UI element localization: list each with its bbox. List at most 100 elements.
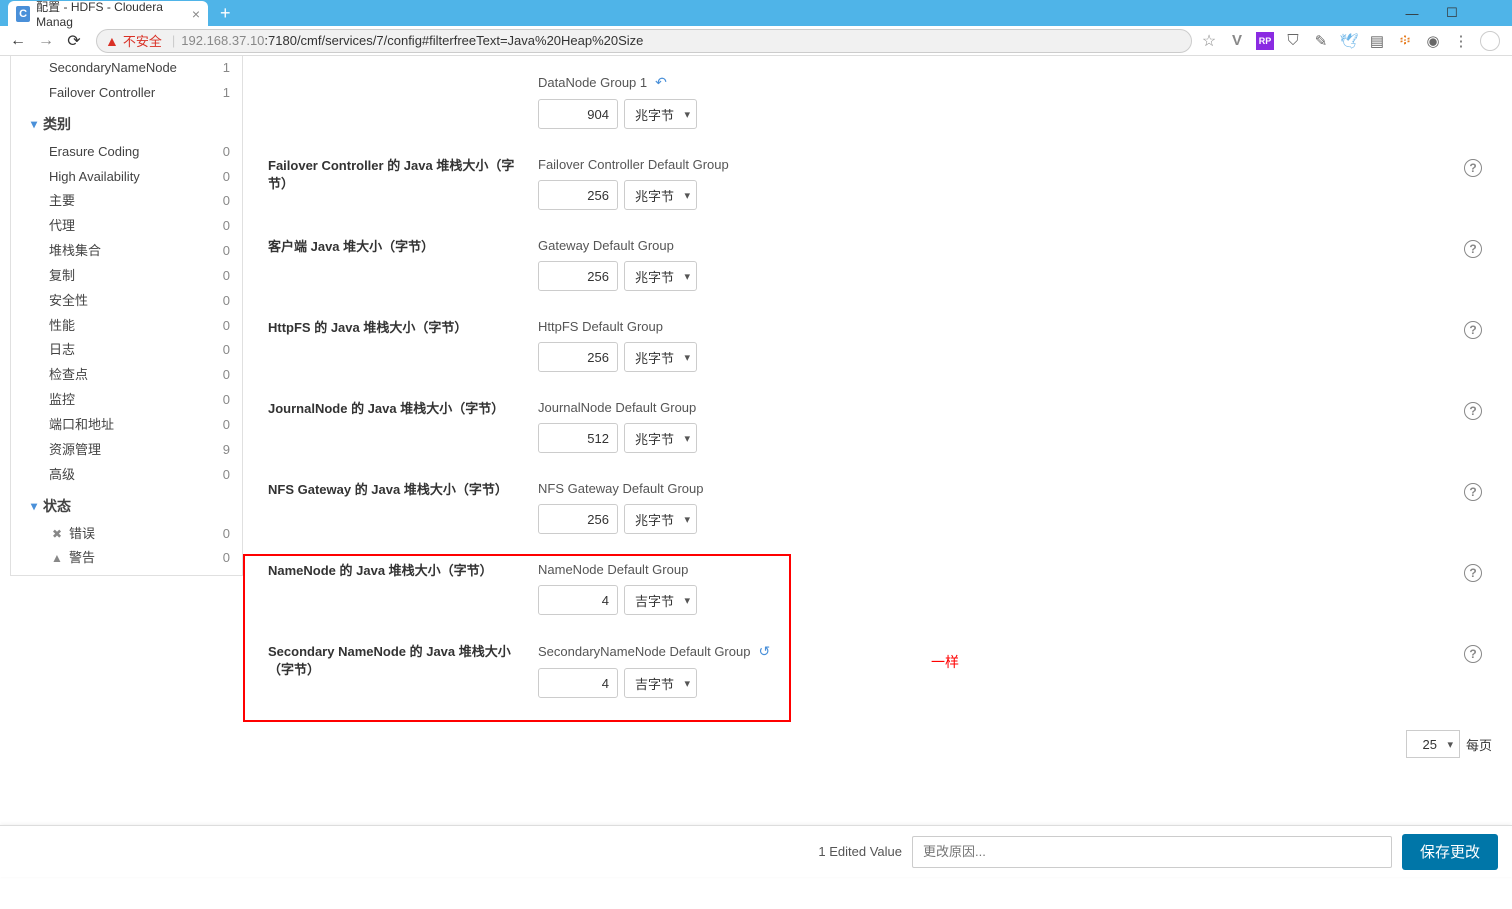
sidebar-section-header[interactable]: ▾ 状态 (11, 488, 242, 522)
filter-label: 性能 (49, 317, 75, 336)
sidebar-filter-item[interactable]: 性能 0 (11, 314, 242, 339)
sidebar-filter-item[interactable]: 检查点 0 (11, 363, 242, 388)
heap-size-input[interactable] (538, 180, 618, 210)
unit-select[interactable]: 吉字节 (624, 668, 697, 698)
extension-rp-icon[interactable]: RP (1256, 32, 1274, 50)
help-icon[interactable]: ? (1464, 240, 1482, 258)
help-icon[interactable]: ? (1464, 402, 1482, 420)
unit-select[interactable]: 兆字节 (624, 180, 697, 210)
sidebar-filter-item[interactable]: 已编辑 1 (11, 571, 242, 576)
config-group-name: HttpFS Default Group (538, 319, 1502, 334)
window-controls: — ☐ (1392, 0, 1512, 26)
extension-clipboard-icon[interactable]: ▤ (1368, 32, 1386, 50)
close-icon[interactable]: × (192, 6, 200, 22)
help-icon[interactable]: ? (1464, 159, 1482, 177)
save-changes-button[interactable]: 保存更改 (1402, 834, 1498, 870)
error-icon: ✖ (49, 526, 65, 543)
filter-count: 0 (223, 525, 234, 544)
page-size-select[interactable]: 25 (1406, 730, 1460, 758)
sidebar-filter-item[interactable]: 日志 0 (11, 338, 242, 363)
maximize-button[interactable]: ☐ (1432, 0, 1472, 26)
extension-eye-icon[interactable]: ◉ (1424, 32, 1442, 50)
config-row: NFS Gateway 的 Java 堆栈大小（字节） NFS Gateway … (253, 481, 1502, 534)
config-row: HttpFS 的 Java 堆栈大小（字节） HttpFS Default Gr… (253, 319, 1502, 372)
config-label: HttpFS 的 Java 堆栈大小（字节） (253, 319, 538, 372)
revert-icon[interactable]: ↶ (655, 74, 667, 91)
config-group-name: DataNode Group 1↶ (538, 74, 1502, 91)
browser-tab[interactable]: C 配置 - HDFS - Cloudera Manag × (8, 1, 208, 26)
new-tab-button[interactable]: + (220, 3, 231, 24)
unit-select[interactable]: 吉字节 (624, 585, 697, 615)
history-icon[interactable]: ↺ (758, 643, 770, 660)
minimize-button[interactable]: — (1392, 0, 1432, 26)
filter-count: 1 (223, 574, 234, 576)
sidebar-filter-item[interactable]: ✖错误 0 (11, 522, 242, 547)
extension-edit-icon[interactable]: ✎ (1312, 32, 1330, 50)
heap-size-input[interactable] (538, 668, 618, 698)
filter-label: 监控 (49, 391, 75, 410)
config-label: Failover Controller 的 Java 堆栈大小（字节） (253, 157, 538, 210)
sidebar-filter-item[interactable]: 主要 0 (11, 189, 242, 214)
back-button[interactable]: ← (4, 27, 32, 55)
help-icon[interactable]: ? (1464, 645, 1482, 663)
config-row: 客户端 Java 堆大小（字节） Gateway Default Group 兆… (253, 238, 1502, 291)
sidebar-filter-item[interactable]: 监控 0 (11, 388, 242, 413)
heap-size-input[interactable] (538, 423, 618, 453)
help-icon[interactable]: ? (1464, 483, 1482, 501)
sidebar-filter-item[interactable]: High Availability 0 (11, 165, 242, 190)
config-value: NFS Gateway Default Group 兆字节 (538, 481, 1502, 534)
sidebar-section-header[interactable]: ▾ 类别 (11, 106, 242, 140)
sidebar-filter-item[interactable]: 安全性 0 (11, 289, 242, 314)
extension-bird-icon[interactable]: 🕊 (1340, 32, 1358, 50)
sidebar-filter-item[interactable]: 高级 0 (11, 463, 242, 488)
sidebar-filter-item[interactable]: 代理 0 (11, 214, 242, 239)
heap-size-input[interactable] (538, 504, 618, 534)
chevron-down-icon: ▾ (31, 499, 37, 513)
help-icon[interactable]: ? (1464, 564, 1482, 582)
url-input[interactable]: ▲ 不安全 | 192.168.37.10:7180/cmf/services/… (96, 29, 1192, 53)
menu-dots-icon[interactable]: ⋮ (1452, 32, 1470, 50)
filter-label: ▲警告 (49, 549, 95, 568)
heap-size-input[interactable] (538, 585, 618, 615)
heap-size-input[interactable] (538, 342, 618, 372)
sidebar-filter-item[interactable]: SecondaryNameNode 1 (11, 56, 242, 81)
sidebar-filter-item[interactable]: Erasure Coding 0 (11, 140, 242, 165)
extension-v-icon[interactable]: V (1228, 32, 1246, 50)
filter-count: 0 (223, 391, 234, 410)
sidebar-filter-item[interactable]: 复制 0 (11, 264, 242, 289)
unit-select[interactable]: 兆字节 (624, 423, 697, 453)
unit-select[interactable]: 兆字节 (624, 99, 697, 129)
filter-count: 0 (223, 292, 234, 311)
change-reason-input[interactable] (912, 836, 1392, 868)
edited-count-label: 1 Edited Value (818, 844, 902, 859)
reload-button[interactable]: ⟳ (60, 27, 88, 55)
sidebar-top-items: SecondaryNameNode 1Failover Controller 1 (11, 56, 242, 106)
help-icon[interactable]: ? (1464, 321, 1482, 339)
sidebar-filter-item[interactable]: 端口和地址 0 (11, 413, 242, 438)
filter-label: 日志 (49, 341, 75, 360)
extension-shield-icon[interactable]: ⛉ (1284, 32, 1302, 50)
unit-select[interactable]: 兆字节 (624, 261, 697, 291)
filter-count: 0 (223, 416, 234, 435)
filter-label: 已编辑 (49, 574, 88, 576)
close-window-button[interactable] (1472, 0, 1512, 26)
per-page-label: 每页 (1466, 735, 1492, 754)
extension-fire-icon[interactable]: ፨ (1396, 32, 1414, 50)
unit-select[interactable]: 兆字节 (624, 342, 697, 372)
sidebar-filter-item[interactable]: 堆栈集合 0 (11, 239, 242, 264)
heap-size-input[interactable] (538, 261, 618, 291)
sidebar-filter-item[interactable]: ▲警告 0 (11, 546, 242, 571)
filter-count: 1 (223, 59, 234, 78)
heap-size-input[interactable] (538, 99, 618, 129)
config-row: Secondary NameNode 的 Java 堆栈大小（字节） Secon… (253, 643, 1502, 698)
bookmark-star-icon[interactable]: ☆ (1200, 32, 1218, 50)
config-row: JournalNode 的 Java 堆栈大小（字节） JournalNode … (253, 400, 1502, 453)
warning-icon: ▲ (49, 550, 65, 567)
filter-count: 0 (223, 143, 234, 162)
sidebar-filter-item[interactable]: Failover Controller 1 (11, 81, 242, 106)
unit-select[interactable]: 兆字节 (624, 504, 697, 534)
profile-avatar[interactable] (1480, 31, 1500, 51)
sidebar-filter-item[interactable]: 资源管理 9 (11, 438, 242, 463)
insecure-icon: ▲ (105, 33, 119, 49)
forward-button[interactable]: → (32, 27, 60, 55)
